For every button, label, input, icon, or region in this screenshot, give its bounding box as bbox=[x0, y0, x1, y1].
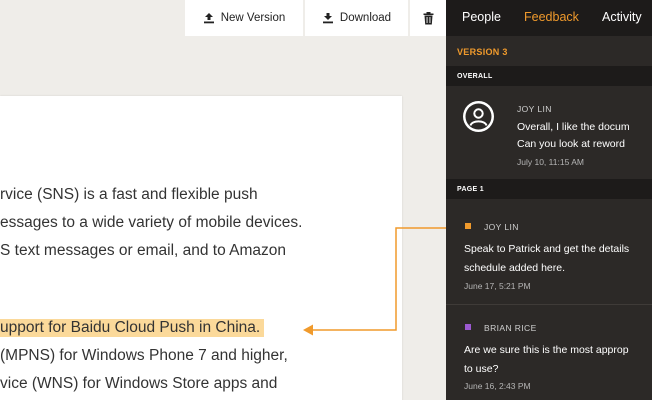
comment-text: Speak to Patrick and get the details bbox=[464, 243, 630, 255]
version-label: VERSION 3 bbox=[457, 47, 508, 57]
color-marker-icon bbox=[465, 223, 471, 229]
download-icon bbox=[322, 12, 334, 24]
divider bbox=[446, 304, 652, 305]
comment-text: Overall, I like the docum bbox=[517, 121, 630, 133]
comment-text: to use? bbox=[464, 363, 499, 375]
comment-author: JOY LIN bbox=[484, 222, 519, 232]
avatar bbox=[463, 101, 494, 132]
color-marker-icon bbox=[465, 324, 471, 330]
download-button[interactable]: Download bbox=[305, 0, 408, 36]
user-icon bbox=[465, 103, 492, 130]
comment-text: Can you look at reword bbox=[517, 138, 625, 150]
upload-icon bbox=[203, 12, 215, 24]
document-line: (MPNS) for Windows Phone 7 and higher, bbox=[0, 347, 288, 364]
panel-tabs: People Feedback Activity bbox=[446, 0, 652, 36]
comment-date: July 10, 11:15 AM bbox=[517, 157, 584, 167]
comment-date: June 16, 2:43 PM bbox=[464, 381, 531, 391]
new-version-label: New Version bbox=[220, 12, 286, 24]
document-line: essages to a wide variety of mobile devi… bbox=[0, 214, 303, 231]
tab-feedback[interactable]: Feedback bbox=[524, 10, 579, 24]
delete-button[interactable] bbox=[410, 0, 446, 36]
top-toolbar: New Version Download bbox=[0, 0, 446, 37]
comment-date: June 17, 5:21 PM bbox=[464, 281, 531, 291]
section-page: PAGE 1 bbox=[446, 179, 652, 199]
document-line: rvice (SNS) is a fast and flexible push bbox=[0, 186, 258, 203]
download-label: Download bbox=[339, 12, 392, 24]
document-line: S text messages or email, and to Amazon bbox=[0, 242, 287, 259]
document-page: rvice (SNS) is a fast and flexible push … bbox=[0, 96, 402, 400]
document-line: vice (WNS) for Windows Store apps and bbox=[0, 375, 278, 392]
comment-author: BRIAN RICE bbox=[484, 323, 537, 333]
comment-text: Are we sure this is the most approp bbox=[464, 344, 629, 356]
section-overall: OVERALL bbox=[446, 66, 652, 86]
comment-author: JOY LIN bbox=[517, 104, 552, 114]
trash-icon bbox=[423, 11, 434, 25]
feedback-panel: People Feedback Activity VERSION 3 OVERA… bbox=[446, 0, 652, 400]
tab-people[interactable]: People bbox=[462, 10, 501, 24]
new-version-button[interactable]: New Version bbox=[185, 0, 303, 36]
highlighted-text[interactable]: upport for Baidu Cloud Push in China. bbox=[0, 319, 265, 337]
tab-activity[interactable]: Activity bbox=[602, 10, 642, 24]
comment-text: schedule added here. bbox=[464, 262, 565, 274]
